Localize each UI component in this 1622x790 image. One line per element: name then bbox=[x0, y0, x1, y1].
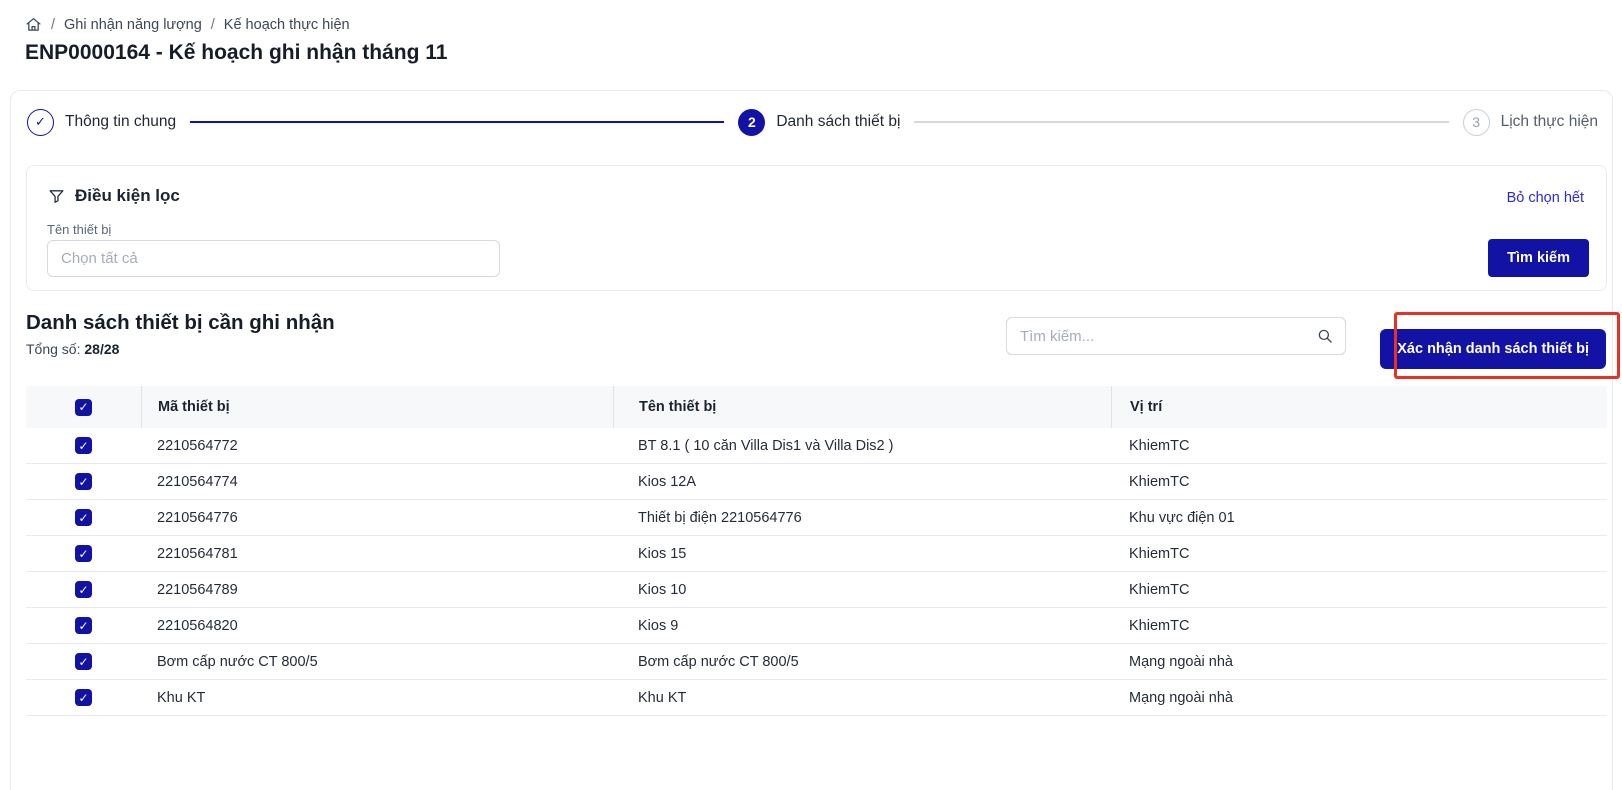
table-row: ✓ Bơm cấp nước CT 800/5 Bơm cấp nước CT … bbox=[26, 644, 1607, 680]
row-location: KhiemTC bbox=[1111, 618, 1607, 634]
row-location: KhiemTC bbox=[1111, 438, 1607, 454]
table-search-input[interactable] bbox=[1006, 317, 1346, 355]
total-value: 28/28 bbox=[84, 341, 119, 357]
select-all-checkbox[interactable]: ✓ bbox=[75, 399, 92, 416]
row-code: 2210564776 bbox=[141, 510, 613, 526]
row-checkbox[interactable]: ✓ bbox=[75, 545, 92, 562]
home-icon[interactable] bbox=[25, 16, 42, 33]
device-name-label: Tên thiết bị bbox=[47, 222, 111, 237]
device-name-select[interactable] bbox=[47, 240, 500, 277]
deselect-all-link[interactable]: Bỏ chọn hết bbox=[1507, 190, 1584, 206]
breadcrumb-separator: / bbox=[51, 17, 55, 33]
row-checkbox[interactable]: ✓ bbox=[75, 581, 92, 598]
table-header: ✓ Mã thiết bị Tên thiết bị Vị trí bbox=[26, 386, 1607, 428]
check-icon: ✓ bbox=[78, 440, 88, 452]
check-icon: ✓ bbox=[35, 114, 46, 130]
breadcrumb-ghi-nhan-nang-luong[interactable]: Ghi nhận năng lượng bbox=[64, 17, 202, 33]
stepper: ✓ Thông tin chung 2 Danh sách thiết bị 3… bbox=[27, 101, 1598, 143]
check-icon: ✓ bbox=[78, 620, 88, 632]
step-label: Danh sách thiết bị bbox=[776, 113, 900, 131]
row-checkbox[interactable]: ✓ bbox=[75, 653, 92, 670]
table-row: ✓ 2210564781 Kios 15 KhiemTC bbox=[26, 536, 1607, 572]
filter-title: Điều kiện lọc bbox=[47, 186, 180, 206]
filter-title-text: Điều kiện lọc bbox=[75, 186, 180, 206]
filter-card: Điều kiện lọc Bỏ chọn hết Tên thiết bị T… bbox=[26, 165, 1607, 291]
filter-search-button[interactable]: Tìm kiếm bbox=[1488, 239, 1589, 277]
row-name: Khu KT bbox=[613, 690, 1111, 706]
row-location: KhiemTC bbox=[1111, 582, 1607, 598]
table-row: ✓ 2210564774 Kios 12A KhiemTC bbox=[26, 464, 1607, 500]
total-label: Tổng số: bbox=[26, 341, 80, 357]
page-title: ENP0000164 - Kế hoạch ghi nhận tháng 11 bbox=[25, 41, 447, 65]
row-name: Bơm cấp nước CT 800/5 bbox=[613, 654, 1111, 670]
device-table: ✓ Mã thiết bị Tên thiết bị Vị trí ✓ 2210… bbox=[26, 386, 1607, 716]
stepper-connector bbox=[914, 121, 1448, 123]
check-icon: ✓ bbox=[78, 401, 88, 413]
row-name: Kios 12A bbox=[613, 474, 1111, 490]
row-code: 2210564789 bbox=[141, 582, 613, 598]
row-checkbox[interactable]: ✓ bbox=[75, 437, 92, 454]
step-thong-tin-chung[interactable]: ✓ Thông tin chung bbox=[27, 109, 176, 136]
row-code: Bơm cấp nước CT 800/5 bbox=[141, 654, 613, 670]
breadcrumb: / Ghi nhận năng lượng / Kế hoạch thực hi… bbox=[25, 16, 350, 33]
row-name: Kios 15 bbox=[613, 546, 1111, 562]
row-checkbox[interactable]: ✓ bbox=[75, 509, 92, 526]
row-name: Thiết bị điện 2210564776 bbox=[613, 510, 1111, 526]
row-code: 2210564820 bbox=[141, 618, 613, 634]
check-icon: ✓ bbox=[78, 692, 88, 704]
table-row: ✓ 2210564776 Thiết bị điện 2210564776 Kh… bbox=[26, 500, 1607, 536]
column-header-ten-thiet-bi: Tên thiết bị bbox=[613, 386, 1111, 428]
total-count: Tổng số: 28/28 bbox=[26, 341, 119, 357]
row-code: 2210564772 bbox=[141, 438, 613, 454]
step-danh-sach-thiet-bi[interactable]: 2 Danh sách thiết bị bbox=[738, 109, 900, 136]
table-search bbox=[1006, 317, 1346, 355]
step-number-circle: 3 bbox=[1463, 109, 1490, 136]
row-location: Mạng ngoài nhà bbox=[1111, 654, 1607, 670]
step-completed-circle: ✓ bbox=[27, 109, 54, 136]
main-panel: ✓ Thông tin chung 2 Danh sách thiết bị 3… bbox=[10, 90, 1613, 790]
check-icon: ✓ bbox=[78, 476, 88, 488]
row-checkbox[interactable]: ✓ bbox=[75, 617, 92, 634]
row-code: 2210564781 bbox=[141, 546, 613, 562]
row-location: Khu vực điện 01 bbox=[1111, 510, 1607, 526]
row-checkbox[interactable]: ✓ bbox=[75, 473, 92, 490]
check-icon: ✓ bbox=[78, 656, 88, 668]
breadcrumb-ke-hoach-thuc-hien[interactable]: Kế hoạch thực hiện bbox=[224, 17, 350, 33]
check-icon: ✓ bbox=[78, 548, 88, 560]
row-name: Kios 10 bbox=[613, 582, 1111, 598]
step-lich-thuc-hien[interactable]: 3 Lịch thực hiện bbox=[1463, 109, 1598, 136]
funnel-icon bbox=[47, 187, 66, 206]
device-list-title: Danh sách thiết bị cần ghi nhận bbox=[26, 311, 335, 335]
row-name: Kios 9 bbox=[613, 618, 1111, 634]
table-row: ✓ Khu KT Khu KT Mạng ngoài nhà bbox=[26, 680, 1607, 716]
table-row: ✓ 2210564789 Kios 10 KhiemTC bbox=[26, 572, 1607, 608]
table-body: ✓ 2210564772 BT 8.1 ( 10 căn Villa Dis1 … bbox=[26, 428, 1607, 716]
row-location: Mạng ngoài nhà bbox=[1111, 690, 1607, 706]
confirm-device-list-button[interactable]: Xác nhận danh sách thiết bị bbox=[1380, 329, 1606, 369]
column-header-vi-tri: Vị trí bbox=[1111, 386, 1607, 428]
row-checkbox[interactable]: ✓ bbox=[75, 689, 92, 706]
row-location: KhiemTC bbox=[1111, 546, 1607, 562]
table-row: ✓ 2210564820 Kios 9 KhiemTC bbox=[26, 608, 1607, 644]
row-location: KhiemTC bbox=[1111, 474, 1607, 490]
breadcrumb-separator: / bbox=[211, 17, 215, 33]
row-name: BT 8.1 ( 10 căn Villa Dis1 và Villa Dis2… bbox=[613, 438, 1111, 454]
check-icon: ✓ bbox=[78, 512, 88, 524]
column-header-ma-thiet-bi: Mã thiết bị bbox=[141, 386, 613, 428]
step-label: Thông tin chung bbox=[65, 113, 176, 131]
step-number-circle: 2 bbox=[738, 109, 765, 136]
step-label: Lịch thực hiện bbox=[1501, 113, 1598, 131]
table-row: ✓ 2210564772 BT 8.1 ( 10 căn Villa Dis1 … bbox=[26, 428, 1607, 464]
stepper-connector-active bbox=[190, 121, 724, 123]
row-code: Khu KT bbox=[141, 690, 613, 706]
row-code: 2210564774 bbox=[141, 474, 613, 490]
check-icon: ✓ bbox=[78, 584, 88, 596]
